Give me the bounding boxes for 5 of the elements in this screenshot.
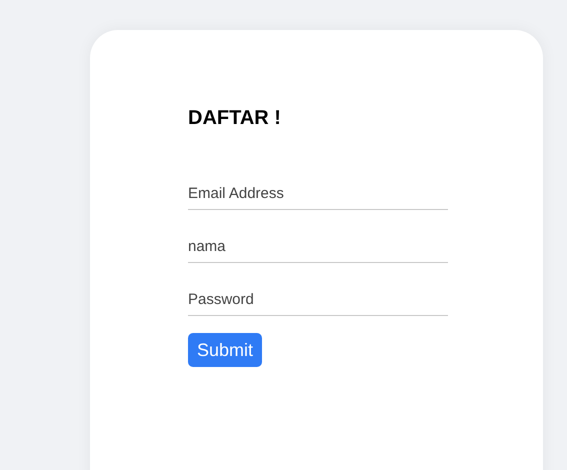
input-field[interactable]: nama (188, 223, 448, 263)
input-field[interactable]: Email Address (188, 170, 448, 210)
submit-button[interactable]: Submit (188, 333, 262, 367)
form-title: DAFTAR ! (188, 108, 281, 128)
input-field[interactable]: Password (188, 276, 448, 316)
